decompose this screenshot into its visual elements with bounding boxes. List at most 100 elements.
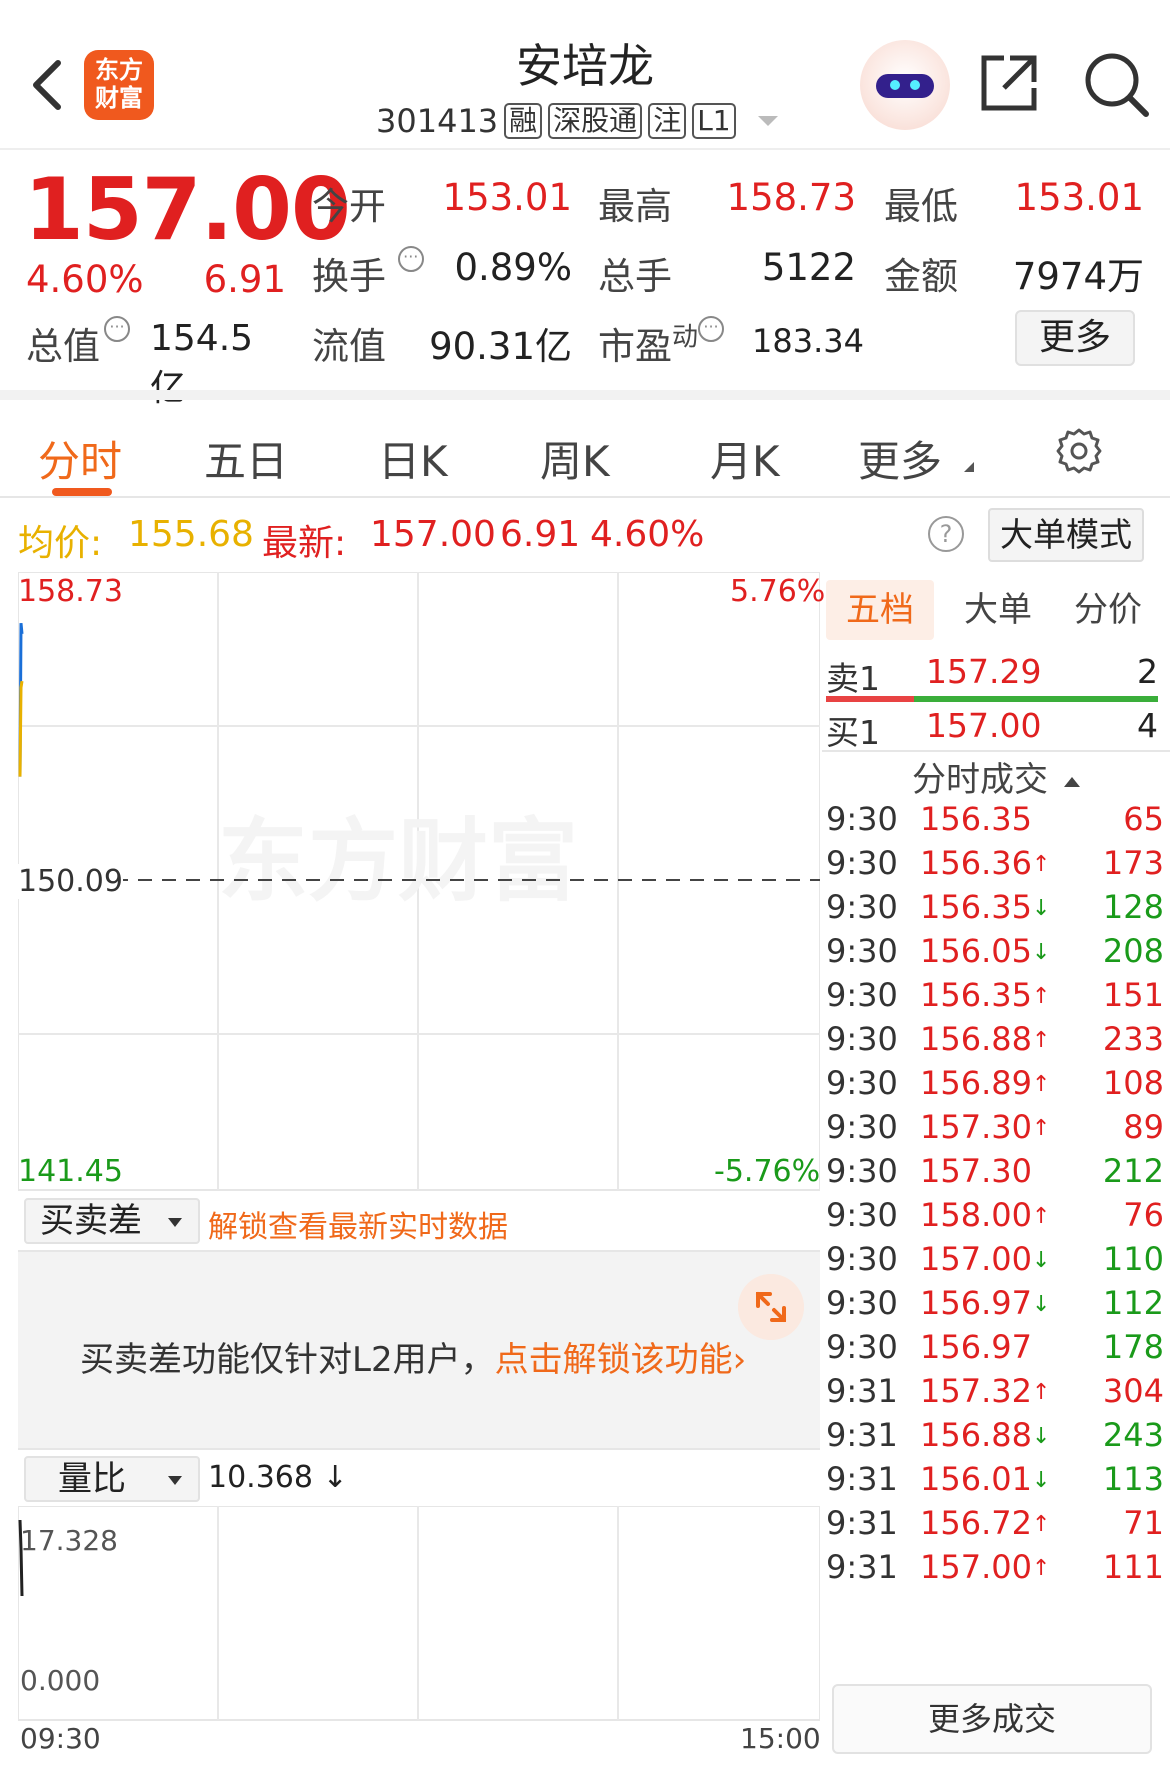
expand-icon[interactable] xyxy=(738,1274,804,1340)
trade-price: 157.30 xyxy=(920,1152,1032,1190)
trade-volume: 173 xyxy=(1102,844,1164,882)
tag-connect: 深股通 xyxy=(548,103,643,139)
quote-more-button[interactable]: 更多 xyxy=(1015,310,1135,366)
unlock-note[interactable]: 解锁查看最新实时数据 xyxy=(208,1202,508,1246)
search-icon[interactable] xyxy=(1082,50,1150,118)
trade-arrow-icon: ↑ xyxy=(1032,1512,1051,1537)
arrow-down-icon: ↓ xyxy=(322,1460,348,1495)
amount-value: 7974万 xyxy=(1012,255,1144,298)
trade-row: 9:30 156.35 65 xyxy=(826,800,1164,844)
indicator-select-label: 量比 xyxy=(58,1459,126,1499)
amount-label: 金额 xyxy=(884,255,958,298)
trade-arrow-icon: ↓ xyxy=(1032,940,1051,965)
trade-volume: 71 xyxy=(1123,1504,1164,1542)
info-icon[interactable]: ··· xyxy=(104,316,130,342)
tag-registered: 注 xyxy=(648,103,687,139)
buy-1-label: 买1 xyxy=(826,713,880,752)
mktcap-label[interactable]: 总值 ··· xyxy=(26,316,130,370)
chevron-down-icon xyxy=(168,1476,182,1485)
tab-big-orders[interactable]: 大单 xyxy=(944,580,1052,640)
unlock-link[interactable]: 点击解锁该功能 xyxy=(495,1340,733,1380)
tag-margin: 融 xyxy=(504,103,543,139)
settings-icon[interactable] xyxy=(1054,426,1104,476)
open-value: 153.01 xyxy=(442,176,572,219)
indicator-select-spread[interactable]: 买卖差 xyxy=(24,1198,200,1244)
trade-time: 9:30 xyxy=(826,1284,898,1322)
trade-volume: 233 xyxy=(1102,1020,1164,1058)
robot-assistant-icon[interactable] xyxy=(860,40,950,130)
share-icon[interactable] xyxy=(976,50,1042,116)
active-tab-indicator xyxy=(52,488,112,496)
trade-row: 9:31 156.72 ↑ 71 xyxy=(826,1504,1164,1548)
trade-arrow-icon: ↑ xyxy=(1032,984,1051,1009)
info-icon[interactable]: ··· xyxy=(698,316,725,342)
big-order-mode-button[interactable]: 大单模式 xyxy=(988,508,1144,562)
high-label: 最高 xyxy=(598,185,672,228)
trade-row: 9:30 157.30 ↑ 89 xyxy=(826,1108,1164,1152)
trade-volume: 243 xyxy=(1102,1416,1164,1454)
tab-five-level[interactable]: 五档 xyxy=(826,580,934,640)
trade-arrow-icon: ↑ xyxy=(1032,1116,1051,1141)
trade-volume: 65 xyxy=(1123,800,1164,838)
tab-more[interactable]: 更多 xyxy=(858,428,942,489)
trade-volume: 113 xyxy=(1102,1460,1164,1498)
pe-label[interactable]: 市盈动 ··· xyxy=(598,316,725,370)
trade-row: 9:30 156.97 ↓ 112 xyxy=(826,1284,1164,1328)
trade-row: 9:31 157.32 ↑ 304 xyxy=(826,1372,1164,1416)
indicator-select-volume-ratio[interactable]: 量比 xyxy=(24,1456,200,1502)
l2-lock-panel: 买卖差功能仅针对L2用户，点击解锁该功能› xyxy=(18,1250,820,1450)
tab-monthly-k[interactable]: 月K xyxy=(710,428,780,489)
more-trades-button[interactable]: 更多成交 xyxy=(832,1684,1152,1754)
latest-price: 157.00 xyxy=(370,514,496,555)
current-price: 157.00 xyxy=(24,160,351,260)
trade-arrow-icon: ↓ xyxy=(1032,1424,1051,1449)
trade-time: 9:30 xyxy=(826,976,898,1014)
trade-volume: 76 xyxy=(1123,1196,1164,1234)
x-axis-start-label: 09:30 xyxy=(20,1722,101,1755)
trade-price: 156.88 xyxy=(920,1020,1032,1058)
trade-row: 9:30 156.97 178 xyxy=(826,1328,1164,1372)
tab-intraday[interactable]: 分时 xyxy=(38,428,122,489)
stock-code-row[interactable]: 301413 融 深股通 注 L1 xyxy=(376,100,778,142)
chevron-down-icon[interactable] xyxy=(757,116,778,126)
latest-change: 6.91 xyxy=(500,514,581,555)
volume-ratio-readout: 10.368 ↓ xyxy=(208,1460,348,1495)
tab-five-day[interactable]: 五日 xyxy=(204,428,288,489)
turnover-label[interactable]: 换手 ··· xyxy=(312,246,424,300)
y-axis-bottom-label: 141.45 xyxy=(18,1154,123,1189)
trade-volume: 89 xyxy=(1123,1108,1164,1146)
volume-ratio-value: 10.368 xyxy=(208,1460,313,1495)
trade-row: 9:30 157.00 ↓ 110 xyxy=(826,1240,1164,1284)
trade-price: 156.88 xyxy=(920,1416,1032,1454)
trade-time: 9:30 xyxy=(826,1152,898,1190)
help-icon[interactable]: ? xyxy=(928,516,964,552)
trade-price: 157.32 xyxy=(920,1372,1032,1410)
y-axis-mid-label: 150.09 xyxy=(18,864,123,899)
tag-level: L1 xyxy=(692,103,736,139)
trade-price: 157.00 xyxy=(920,1548,1032,1586)
trade-time: 9:30 xyxy=(826,1240,898,1278)
volume-ratio-chart[interactable] xyxy=(18,1506,820,1722)
trade-time: 9:30 xyxy=(826,844,898,882)
order-book-panel: 五档 大单 分价 卖1 157.29 2 买1 157.00 4 分时成交 9:… xyxy=(822,572,1170,1766)
info-icon[interactable]: ··· xyxy=(397,246,424,272)
trades-header[interactable]: 分时成交 xyxy=(822,752,1170,801)
tab-price-distribution[interactable]: 分价 xyxy=(1054,580,1162,640)
trade-volume: 208 xyxy=(1102,932,1164,970)
tab-daily-k[interactable]: 日K xyxy=(378,428,448,489)
trade-row: 9:31 157.00 ↑ 111 xyxy=(826,1548,1164,1592)
tab-weekly-k[interactable]: 周K xyxy=(540,428,610,489)
trade-arrow-icon: ↓ xyxy=(1032,1248,1051,1273)
intraday-chart[interactable]: 东方财富 xyxy=(18,572,820,1192)
trade-price: 156.35 xyxy=(920,800,1032,838)
lock-message: 买卖差功能仅针对L2用户，点击解锁该功能› xyxy=(80,1340,747,1380)
chart-series xyxy=(18,622,24,777)
vr-axis-top-label: 17.328 xyxy=(20,1524,118,1557)
vr-axis-bottom-label: 0.000 xyxy=(20,1664,101,1697)
buy-1-price: 157.00 xyxy=(926,706,1042,745)
trade-row: 9:30 156.35 ↑ 151 xyxy=(826,976,1164,1020)
trade-price: 157.00 xyxy=(920,1240,1032,1278)
trade-time: 9:31 xyxy=(826,1372,898,1410)
trade-time: 9:30 xyxy=(826,1328,898,1366)
trade-volume: 111 xyxy=(1102,1548,1164,1586)
